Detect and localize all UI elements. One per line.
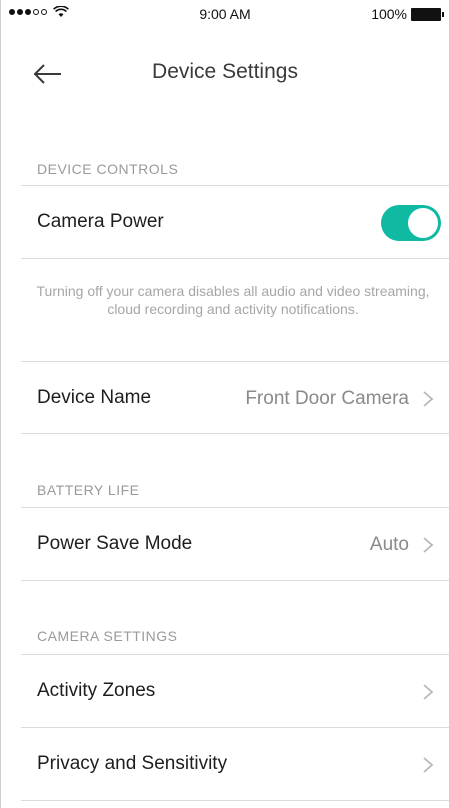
divider: [21, 580, 449, 581]
activity-zones-row[interactable]: Activity Zones: [1, 655, 449, 727]
battery-percent: 100%: [371, 6, 407, 22]
power-save-mode-row[interactable]: Power Save Mode Auto: [1, 508, 449, 580]
divider: [21, 433, 449, 434]
power-save-mode-label: Power Save Mode: [37, 533, 193, 554]
section-header-camera-settings: CAMERA SETTINGS: [37, 628, 178, 644]
activity-zones-label: Activity Zones: [37, 680, 156, 701]
device-settings-screen: 9:00 AM 100% Device Settings DEVICE CONT…: [0, 0, 450, 808]
camera-power-helper-text: Turning off your camera disables all aud…: [36, 283, 430, 317]
section-header-device-controls: DEVICE CONTROLS: [37, 161, 179, 177]
arrow-left-icon: [33, 64, 61, 84]
device-name-label: Device Name: [37, 387, 152, 408]
privacy-sensitivity-row[interactable]: Privacy and Sensitivity: [1, 728, 449, 800]
power-save-mode-value: Auto: [369, 534, 409, 555]
back-button[interactable]: [31, 58, 71, 90]
camera-power-label: Camera Power: [37, 211, 164, 232]
nav-header: Device Settings: [1, 54, 449, 94]
chevron-right-icon: [423, 757, 434, 773]
chevron-right-icon: [423, 391, 434, 407]
chevron-right-icon: [423, 684, 434, 700]
divider: [21, 258, 449, 259]
toggle-knob: [408, 208, 438, 238]
device-name-row[interactable]: Device Name Front Door Camera: [1, 362, 449, 434]
divider: [21, 800, 449, 801]
device-name-value: Front Door Camera: [245, 388, 409, 409]
battery-icon: [411, 7, 444, 21]
status-right: 100%: [371, 6, 444, 22]
chevron-right-icon: [423, 537, 434, 553]
camera-power-row: Camera Power: [1, 186, 449, 258]
section-header-battery-life: BATTERY LIFE: [37, 482, 140, 498]
camera-power-toggle[interactable]: [381, 205, 441, 241]
status-bar: 9:00 AM 100%: [1, 0, 449, 28]
privacy-sensitivity-label: Privacy and Sensitivity: [37, 753, 228, 774]
